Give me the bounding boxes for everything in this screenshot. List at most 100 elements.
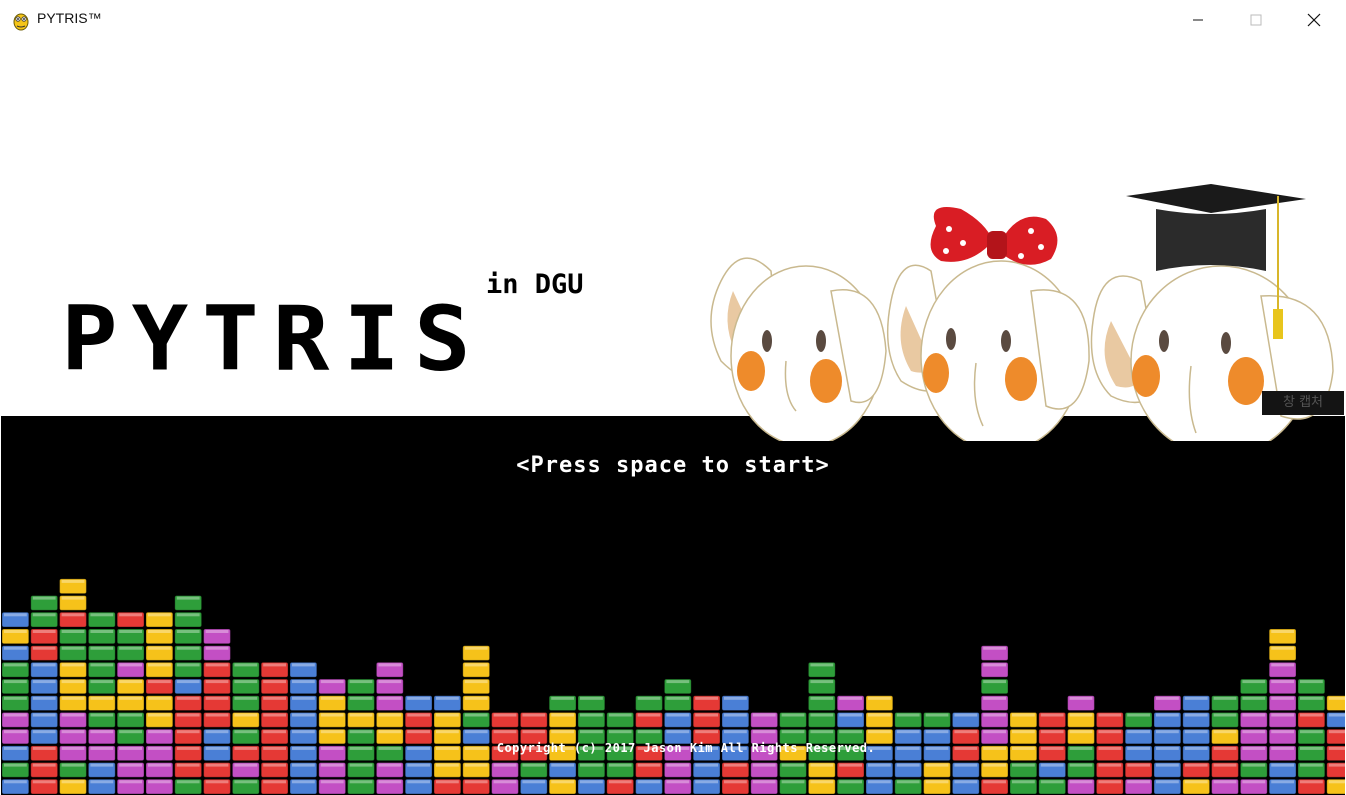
tetris-block-highlight — [580, 730, 603, 734]
tetris-block-highlight — [839, 730, 862, 734]
tetris-block-highlight — [1271, 663, 1294, 667]
tetris-block-highlight — [1184, 763, 1208, 767]
tetris-block-highlight — [4, 630, 27, 633]
tetris-block-highlight — [1012, 730, 1035, 734]
tetris-block-highlight — [436, 780, 459, 784]
tetris-block-highlight — [205, 646, 229, 650]
tetris-block-highlight — [148, 630, 171, 633]
tetris-block-highlight — [61, 646, 85, 650]
tetris-block-highlight — [1328, 730, 1345, 734]
tetris-block-highlight — [148, 780, 171, 784]
tetris-block-highlight — [522, 730, 546, 734]
tetris-block-highlight — [1271, 713, 1294, 717]
tetris-block-highlight — [1328, 713, 1345, 717]
tetris-block-highlight — [1271, 763, 1294, 767]
tetris-block-highlight — [234, 763, 258, 767]
tetris-block-highlight — [1069, 780, 1093, 784]
tetris-block-highlight — [90, 696, 114, 700]
tetris-block-highlight — [320, 696, 344, 700]
tetris-block-highlight — [349, 730, 373, 734]
tetris-block-highlight — [868, 763, 891, 767]
tetris-block-highlight — [752, 763, 776, 767]
tetris-block-highlight — [637, 780, 661, 784]
game-canvas[interactable]: PYTRIS in DGU <Press space to start> Cop… — [1, 41, 1345, 795]
tetris-block-highlight — [320, 680, 344, 684]
tetris-block-highlight — [464, 646, 488, 650]
tetris-block-highlight — [724, 713, 747, 717]
maximize-button[interactable] — [1227, 0, 1285, 40]
tetris-block-highlight — [292, 780, 315, 784]
tetris-block-highlight — [724, 763, 747, 767]
tetris-block-highlight — [1098, 730, 1122, 734]
tetris-block-highlight — [4, 713, 27, 717]
tetris-block-highlight — [983, 696, 1006, 700]
tetris-block-highlight — [263, 763, 286, 767]
tetris-block-highlight — [320, 780, 344, 784]
tetris-block-highlight — [90, 630, 114, 633]
tetris-block-highlight — [954, 780, 978, 784]
tetris-block-highlight — [1300, 763, 1323, 767]
tetris-block-highlight — [724, 730, 747, 734]
tetris-block-highlight — [1040, 763, 1064, 767]
copyright-text: Copyright (c) 2017 Jason Kim All Rights … — [496, 741, 876, 755]
tetris-block-highlight — [263, 780, 286, 784]
tetris-block-highlight — [263, 730, 286, 734]
tetris-block-highlight — [32, 713, 56, 717]
tetris-block-highlight — [378, 680, 402, 684]
tetris-block-highlight — [407, 780, 430, 784]
tetris-block-highlight — [1300, 680, 1323, 684]
tetris-block-highlight — [407, 730, 430, 734]
tetris-block-highlight — [378, 663, 402, 667]
tetris-block-highlight — [1127, 713, 1150, 717]
tetris-block-highlight — [464, 680, 488, 684]
tetris-block-highlight — [493, 780, 517, 784]
tetris-block-highlight — [781, 713, 805, 717]
tetris-block-highlight — [407, 763, 430, 767]
tetris-block-highlight — [464, 713, 488, 717]
tetris-block-highlight — [61, 680, 85, 684]
tetris-block-highlight — [4, 763, 27, 767]
tetris-block-highlight — [176, 713, 200, 717]
tetris-block-highlight — [637, 713, 661, 717]
tetris-block-highlight — [1127, 780, 1150, 784]
tetris-block-highlight — [580, 763, 603, 767]
tetris-block-highlight — [954, 730, 978, 734]
tetris-block-highlight — [61, 663, 85, 667]
tetris-block-highlight — [61, 713, 85, 717]
tetris-block-highlight — [464, 696, 488, 700]
tetris-block-highlight — [119, 763, 142, 767]
tetris-block-highlight — [983, 713, 1006, 717]
tetris-block-highlight — [925, 730, 949, 734]
tetris-block-highlight — [436, 696, 459, 700]
tetris-block-highlight — [61, 696, 85, 700]
tetris-block-highlight — [1300, 730, 1323, 734]
tetris-block-highlight — [810, 663, 834, 667]
tetris-block-highlight — [61, 613, 85, 617]
tetris-block-highlight — [61, 596, 85, 600]
tetris-block-highlight — [493, 713, 517, 717]
tetris-block-highlight — [464, 730, 488, 734]
tetris-block-highlight — [1184, 713, 1208, 717]
tetris-block-highlight — [407, 713, 430, 717]
tetris-block-highlight — [378, 730, 402, 734]
tetris-block-highlight — [1069, 763, 1093, 767]
tetris-block-highlight — [205, 696, 229, 700]
minimize-button[interactable] — [1169, 0, 1227, 40]
tetris-block-highlight — [1300, 696, 1323, 700]
tetris-block-highlight — [580, 713, 603, 717]
tetris-block-highlight — [378, 763, 402, 767]
tetris-block-highlight — [925, 763, 949, 767]
close-button[interactable] — [1285, 0, 1343, 40]
ime-capture-button[interactable]: 창 캡처 — [1262, 391, 1344, 415]
tetris-block-highlight — [234, 696, 258, 700]
tetris-block-highlight — [148, 663, 171, 667]
tetris-block-highlight — [436, 763, 459, 767]
tetris-block-highlight — [608, 780, 632, 784]
tetris-block-highlight — [4, 680, 27, 684]
tetris-block-highlight — [436, 713, 459, 717]
tetris-block-highlight — [810, 780, 834, 784]
window-titlebar[interactable]: PYTRIS™ — [0, 0, 1346, 41]
tetris-block-highlight — [551, 730, 574, 734]
tetris-block-highlight — [839, 696, 862, 700]
tetris-block-highlight — [1156, 763, 1179, 767]
